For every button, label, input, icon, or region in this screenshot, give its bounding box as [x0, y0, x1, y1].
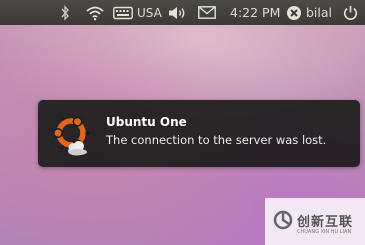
- watermark-text: 创新互联: [297, 215, 354, 230]
- watermark-subtext: CHUANG XIN HU LIAN: [297, 229, 352, 235]
- top-panel: USA 4:22 PM bilal: [0, 0, 365, 25]
- watermark-logo-icon: [273, 208, 293, 236]
- notification-message: The connection to the server was lost.: [106, 133, 327, 147]
- bluetooth-icon[interactable]: [60, 0, 70, 25]
- wifi-icon[interactable]: [86, 0, 104, 25]
- mail-icon[interactable]: [198, 0, 216, 25]
- keyboard-icon[interactable]: [113, 0, 133, 25]
- watermark: 创新互联 CHUANG XIN HU LIAN: [265, 198, 365, 245]
- user-status-icon[interactable]: [286, 0, 302, 25]
- user-name[interactable]: bilal: [306, 0, 332, 25]
- clock[interactable]: 4:22 PM: [230, 0, 280, 25]
- power-icon[interactable]: [343, 0, 358, 25]
- notification-title: Ubuntu One: [106, 115, 187, 129]
- notification-bubble: Ubuntu One The connection to the server …: [38, 100, 360, 167]
- ubuntu-one-icon: [50, 112, 96, 158]
- keyboard-layout-label[interactable]: USA: [137, 0, 162, 25]
- volume-icon[interactable]: [168, 0, 188, 25]
